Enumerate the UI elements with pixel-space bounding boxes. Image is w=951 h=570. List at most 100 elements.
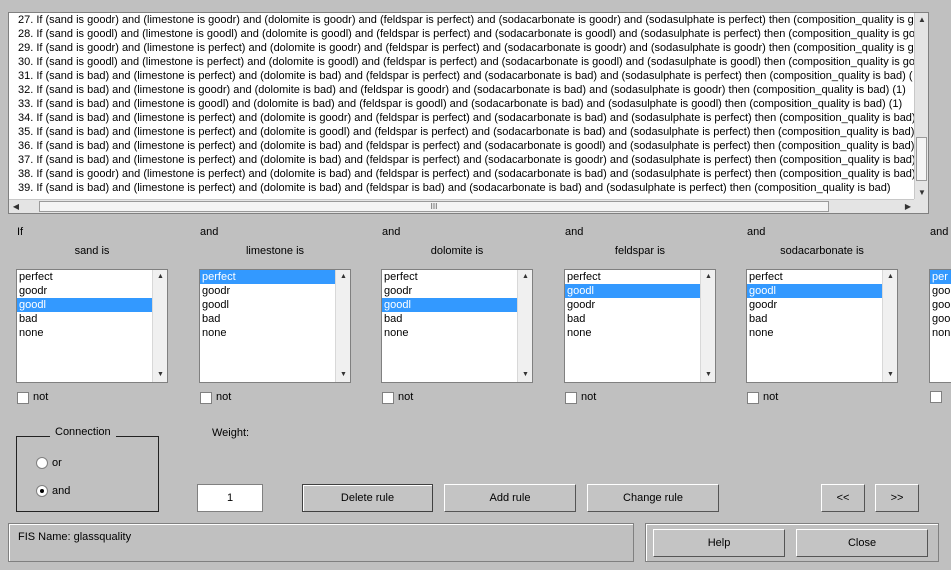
listbox-option[interactable]: goodl (382, 298, 518, 312)
add-rule-button[interactable]: Add rule (444, 484, 576, 512)
listbox-option[interactable]: goodr (17, 284, 153, 298)
rule-line-31[interactable]: 31. If (sand is bad) and (limestone is p… (9, 69, 915, 83)
scroll-up-icon[interactable]: ▲ (153, 270, 167, 284)
listbox-option[interactable]: goodr (200, 284, 336, 298)
scroll-down-icon[interactable]: ▼ (336, 368, 350, 382)
listbox-option[interactable]: perfect (382, 270, 518, 284)
listbox-option[interactable]: goodr (382, 284, 518, 298)
checkbox-icon[interactable] (747, 391, 759, 404)
listbox-option[interactable]: perfect (747, 270, 883, 284)
listbox-scrollbar[interactable]: ▲ ▼ (882, 270, 897, 382)
not-checkbox-partial[interactable] (930, 391, 942, 405)
scroll-up-icon[interactable]: ▲ (883, 270, 897, 284)
rule-line-37[interactable]: 37. If (sand is bad) and (limestone is p… (9, 153, 915, 167)
scroll-down-icon[interactable]: ▼ (701, 368, 715, 382)
rule-line-35[interactable]: 35. If (sand is bad) and (limestone is p… (9, 125, 915, 139)
listbox-option[interactable]: goodl (200, 298, 336, 312)
rules-hscroll-thumb[interactable]: III (39, 201, 829, 212)
listbox-option[interactable]: bad (747, 312, 883, 326)
scroll-left-icon[interactable]: ◀ (9, 200, 23, 214)
listbox-option[interactable]: none (200, 326, 336, 340)
listbox-option[interactable]: bad (200, 312, 336, 326)
listbox-partial[interactable]: per goo goo goo non (929, 269, 951, 383)
not-checkbox-sodacarbonate[interactable]: not (747, 391, 778, 405)
listbox-option[interactable]: goodl (17, 298, 153, 312)
listbox-option[interactable]: none (17, 326, 153, 340)
listbox-scrollbar[interactable]: ▲ ▼ (335, 270, 350, 382)
rule-line-36[interactable]: 36. If (sand is bad) and (limestone is p… (9, 139, 915, 153)
checkbox-icon[interactable] (17, 391, 29, 404)
delete-rule-button[interactable]: Delete rule (302, 484, 433, 512)
listbox-option[interactable]: perfect (565, 270, 701, 284)
listbox-sand[interactable]: perfect goodr goodl bad none ▲ ▼ (16, 269, 168, 383)
not-checkbox-sand[interactable]: not (17, 391, 48, 405)
prev-button[interactable]: << (821, 484, 865, 512)
checkbox-icon[interactable] (930, 391, 942, 404)
rule-line-28[interactable]: 28. If (sand is goodl) and (limestone is… (9, 27, 915, 41)
rule-line-32[interactable]: 32. If (sand is bad) and (limestone is g… (9, 83, 915, 97)
listbox-option[interactable]: none (565, 326, 701, 340)
rule-line-38[interactable]: 38. If (sand is goodr) and (limestone is… (9, 167, 915, 181)
rules-vertical-scrollbar[interactable]: ▲ ▼ (914, 13, 928, 200)
not-checkbox-feldspar[interactable]: not (565, 391, 596, 405)
listbox-dolomite[interactable]: perfect goodr goodl bad none ▲ ▼ (381, 269, 533, 383)
rules-horizontal-scrollbar[interactable]: ◀ III ▶ (9, 199, 915, 213)
listbox-option[interactable]: goodr (565, 298, 701, 312)
listbox-option[interactable]: bad (565, 312, 701, 326)
listbox-option[interactable]: per (930, 270, 951, 284)
scroll-up-icon[interactable]: ▲ (518, 270, 532, 284)
listbox-option[interactable]: perfect (200, 270, 336, 284)
listbox-limestone[interactable]: perfect goodr goodl bad none ▲ ▼ (199, 269, 351, 383)
listbox-option[interactable]: none (747, 326, 883, 340)
listbox-option[interactable]: non (930, 326, 951, 340)
rule-line-30[interactable]: 30. If (sand is goodl) and (limestone is… (9, 55, 915, 69)
rule-line-29[interactable]: 29. If (sand is goodr) and (limestone is… (9, 41, 915, 55)
radio-or[interactable]: or (36, 457, 62, 470)
listbox-feldspar[interactable]: perfect goodl goodr bad none ▲ ▼ (564, 269, 716, 383)
listbox-option[interactable]: goodl (565, 284, 701, 298)
listbox-option[interactable]: goo (930, 312, 951, 326)
next-button[interactable]: >> (875, 484, 919, 512)
not-label: not (33, 391, 49, 403)
rule-line-34[interactable]: 34. If (sand is bad) and (limestone is p… (9, 111, 915, 125)
not-checkbox-dolomite[interactable]: not (382, 391, 413, 405)
listbox-sodacarbonate[interactable]: perfect goodl goodr bad none ▲ ▼ (746, 269, 898, 383)
listbox-scrollbar[interactable]: ▲ ▼ (700, 270, 715, 382)
listbox-option[interactable]: perfect (17, 270, 153, 284)
checkbox-icon[interactable] (382, 391, 394, 404)
rule-line-33[interactable]: 33. If (sand is bad) and (limestone is g… (9, 97, 915, 111)
change-rule-button[interactable]: Change rule (587, 484, 719, 512)
listbox-option[interactable]: goodl (747, 284, 883, 298)
scroll-up-icon[interactable]: ▲ (336, 270, 350, 284)
scroll-down-icon[interactable]: ▼ (518, 368, 532, 382)
listbox-scrollbar[interactable]: ▲ ▼ (517, 270, 532, 382)
input-prefix-sodacarbonate: and (747, 226, 766, 238)
listbox-option[interactable]: none (382, 326, 518, 340)
radio-icon[interactable] (36, 457, 48, 470)
radio-and[interactable]: and (36, 485, 70, 498)
scroll-down-icon[interactable]: ▼ (883, 368, 897, 382)
listbox-option[interactable]: goo (930, 284, 951, 298)
close-button[interactable]: Close (796, 529, 928, 557)
rules-list[interactable]: 27. If (sand is goodr) and (limestone is… (8, 12, 929, 214)
scroll-down-icon[interactable]: ▼ (915, 186, 929, 200)
rule-line-27[interactable]: 27. If (sand is goodr) and (limestone is… (9, 13, 915, 27)
listbox-option[interactable]: goodr (747, 298, 883, 312)
listbox-option[interactable]: bad (17, 312, 153, 326)
not-checkbox-limestone[interactable]: not (200, 391, 231, 405)
radio-icon[interactable] (36, 485, 48, 498)
input-prefix-partial: and (930, 226, 949, 238)
rule-line-39[interactable]: 39. If (sand is bad) and (limestone is p… (9, 181, 915, 195)
weight-input[interactable]: 1 (197, 484, 263, 512)
listbox-option[interactable]: bad (382, 312, 518, 326)
help-button[interactable]: Help (653, 529, 785, 557)
scroll-down-icon[interactable]: ▼ (153, 368, 167, 382)
rules-vscroll-thumb[interactable] (916, 137, 927, 181)
scroll-up-icon[interactable]: ▲ (915, 13, 929, 27)
listbox-scrollbar[interactable]: ▲ ▼ (152, 270, 167, 382)
listbox-option[interactable]: goo (930, 298, 951, 312)
scroll-up-icon[interactable]: ▲ (701, 270, 715, 284)
checkbox-icon[interactable] (200, 391, 212, 404)
checkbox-icon[interactable] (565, 391, 577, 404)
scroll-right-icon[interactable]: ▶ (901, 200, 915, 214)
